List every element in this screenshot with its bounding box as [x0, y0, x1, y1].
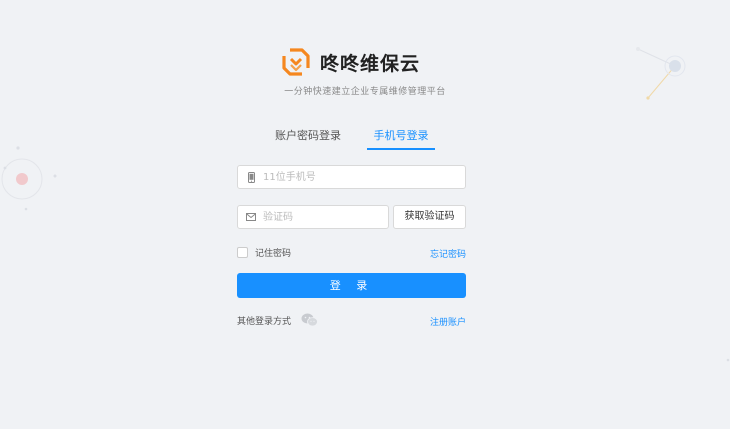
remember-checkbox[interactable]	[237, 247, 248, 258]
code-field[interactable]	[237, 205, 389, 229]
brand-name: 咚咚维保云	[320, 52, 421, 75]
other-login: 其他登录方式	[237, 313, 318, 327]
remember-password[interactable]: 记住密码	[237, 246, 291, 259]
brand-subtitle: 一分钟快速建立企业专属维修管理平台	[284, 87, 446, 97]
logo-icon	[282, 48, 310, 76]
other-login-label: 其他登录方式	[237, 316, 292, 327]
code-input[interactable]	[263, 207, 388, 227]
login-tabs: 账户密码登录 手机号登录	[237, 126, 466, 150]
mobile-phone-icon	[246, 171, 256, 183]
tab-account-password[interactable]: 账户密码登录	[275, 126, 341, 150]
wechat-icon[interactable]	[301, 313, 318, 327]
get-code-button[interactable]: 获取验证码	[393, 205, 466, 229]
login-button[interactable]: 登 录	[237, 273, 466, 298]
phone-field[interactable]	[237, 165, 466, 189]
tab-phone-login[interactable]: 手机号登录	[367, 126, 435, 150]
mail-icon	[246, 211, 256, 223]
phone-input[interactable]	[263, 167, 465, 187]
brand: 咚咚维保云	[281, 47, 420, 77]
remember-label: 记住密码	[255, 249, 292, 259]
register-link[interactable]: 注册账户	[430, 315, 466, 328]
forgot-password-link[interactable]: 忘记密码	[430, 247, 466, 260]
